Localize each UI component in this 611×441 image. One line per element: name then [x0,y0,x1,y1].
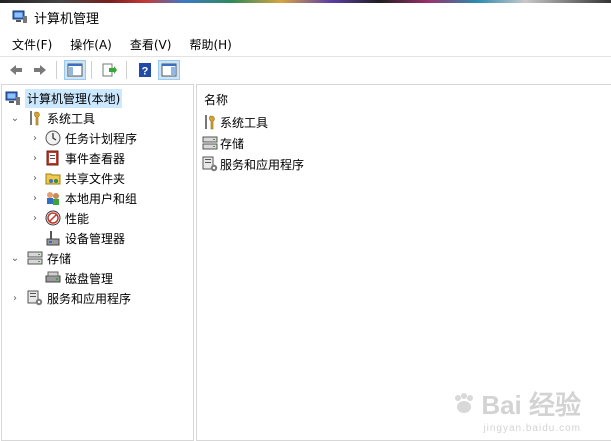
name-column-header[interactable]: 名称 [204,91,228,108]
tree-item-shared-folders[interactable]: › 共享文件夹 [29,168,125,188]
paw-icon [455,392,474,413]
tree-item-performance[interactable]: › 性能 [29,208,89,228]
list-item-label: 存储 [220,136,245,151]
tree-item-storage[interactable]: ⌄ 存储 [9,248,71,268]
tree-label: 事件查看器 [65,151,126,166]
chevron-right-icon[interactable]: › [9,292,21,304]
event-viewer-icon [45,150,61,166]
back-arrow-icon[interactable] [5,60,27,80]
performance-icon [45,210,61,226]
list-item-services-applications[interactable]: 服务和应用程序 [202,154,304,174]
tree-label: 磁盘管理 [65,271,114,286]
chevron-right-icon[interactable]: › [29,152,41,164]
menu-help[interactable]: 帮助(H) [183,36,237,53]
chevron-down-icon[interactable]: ⌄ [9,252,21,264]
menu-view[interactable]: 查看(V) [124,36,178,53]
services-icon [27,290,43,306]
tree-item-task-scheduler[interactable]: › 任务计划程序 [29,128,137,148]
export-list-icon[interactable] [99,60,121,80]
toolbar-separator [126,61,127,79]
shared-folder-icon [45,170,61,186]
tree-label: 存储 [47,251,72,266]
tree-label: 本地用户和组 [65,191,138,206]
baidu-watermark: Bai 经验 jingyan.baidu.com [451,385,581,434]
chevron-right-icon[interactable]: › [29,212,41,224]
chevron-right-icon[interactable]: › [29,192,41,204]
list-item-storage[interactable]: 存储 [202,133,244,153]
svg-text:?: ? [142,66,149,78]
toolbar-separator [56,61,57,79]
services-icon [202,156,218,172]
users-icon [45,190,61,206]
list-item-label: 服务和应用程序 [220,157,305,172]
list-item-system-tools[interactable]: 系统工具 [202,112,268,132]
help-icon[interactable]: ? [134,60,156,80]
forward-arrow-icon[interactable] [29,60,51,80]
menu-file[interactable]: 文件(F) [6,36,58,53]
list-item-label: 系统工具 [220,115,269,130]
disk-icon [45,270,61,286]
chevron-down-icon[interactable]: ⌄ [9,112,21,124]
tree-label: 计算机管理(本地) [25,88,123,108]
show-action-pane-icon[interactable] [158,60,180,80]
tree-item-system-tools[interactable]: ⌄ 系统工具 [9,108,95,128]
toolbar: ? [0,56,611,83]
tree-item-local-users-groups[interactable]: › 本地用户和组 [29,188,137,208]
toolbar-separator [91,61,92,79]
tree-item-root[interactable]: 计算机管理(本地) [5,88,123,108]
clock-icon [45,130,61,146]
tree-label: 系统工具 [47,111,96,126]
device-manager-icon [45,230,61,246]
tree-item-device-manager[interactable]: 设备管理器 [45,228,125,248]
show-hide-console-tree-icon[interactable] [64,60,86,80]
watermark-subtext: jingyan.baidu.com [483,423,581,434]
tree-label: 任务计划程序 [65,131,138,146]
tree-item-event-viewer[interactable]: › 事件查看器 [29,148,125,168]
tree-label: 共享文件夹 [65,171,126,186]
chevron-right-icon[interactable]: › [29,172,41,184]
result-pane[interactable]: 名称 系统工具 存储 服务和应用程序 Bai 经验 jingyan.baidu.… [196,84,611,441]
title-bar: 计算机管理 [0,3,611,31]
tree-label: 设备管理器 [65,231,126,246]
chevron-right-icon[interactable]: › [29,132,41,144]
tree-label: 性能 [65,211,90,226]
tree-item-services-applications[interactable]: › 服务和应用程序 [9,288,131,308]
tree-label: 服务和应用程序 [47,291,132,306]
storage-icon [27,250,43,266]
computer-management-icon [12,10,28,24]
storage-icon [202,135,218,151]
tools-icon [27,110,43,126]
computer-management-icon [5,90,21,106]
window-title: 计算机管理 [34,11,100,27]
menu-bar: 文件(F) 操作(A) 查看(V) 帮助(H) [0,34,611,54]
menu-action[interactable]: 操作(A) [64,36,118,53]
console-tree-pane[interactable]: 计算机管理(本地) ⌄ 系统工具 › 任务计划程序 › 事件查看器 › 共享文件… [1,84,194,441]
tree-item-disk-management[interactable]: 磁盘管理 [45,268,113,288]
watermark-text: Bai 经验 [481,390,581,420]
tools-icon [202,114,218,130]
